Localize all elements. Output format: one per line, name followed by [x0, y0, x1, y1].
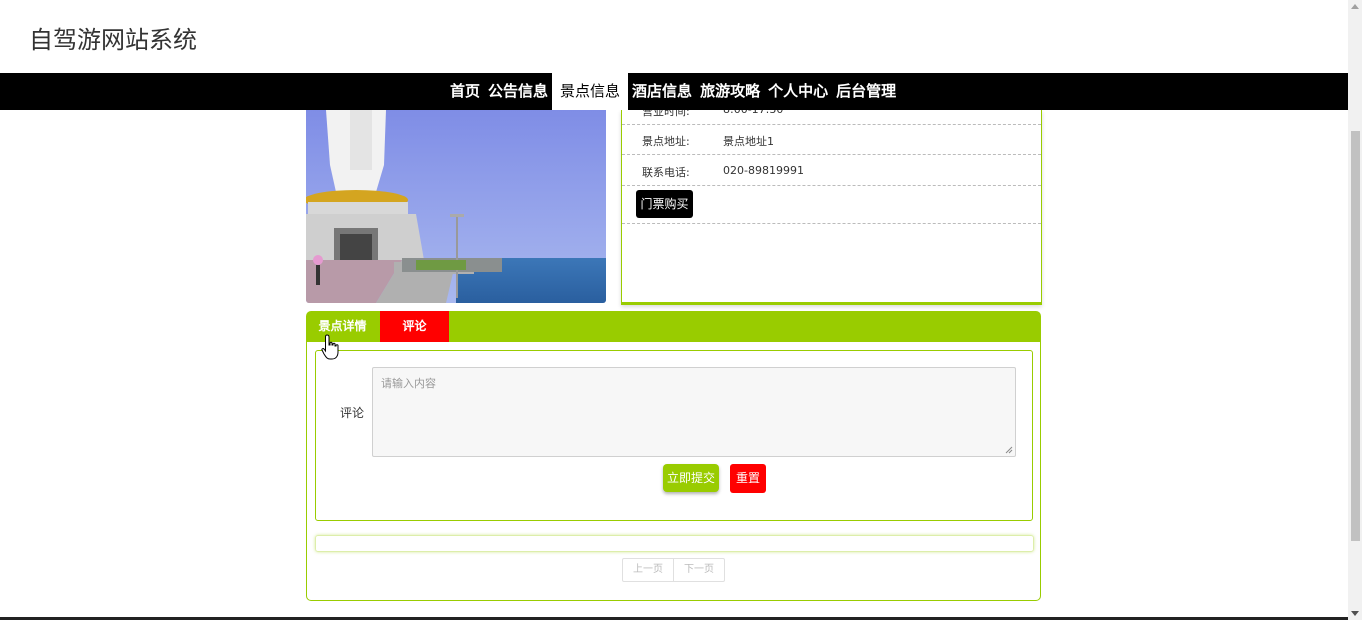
- nav-item-guides[interactable]: 旅游攻略: [696, 73, 764, 110]
- nav-item-profile[interactable]: 个人中心: [764, 73, 832, 110]
- nav-item-announcements[interactable]: 公告信息: [484, 73, 552, 110]
- nav-item-hotels[interactable]: 酒店信息: [628, 73, 696, 110]
- tab-comments[interactable]: 评论: [380, 311, 449, 342]
- nav-item-scenic[interactable]: 景点信息: [552, 73, 629, 110]
- hand-cursor-icon: [321, 334, 339, 360]
- scenic-info-panel: 营业时间: 8:00-17:30 景点地址: 景点地址1 联系电话: 020-8…: [621, 103, 1042, 305]
- site-title: 自驾游网站系统: [29, 26, 197, 54]
- address-label: 景点地址:: [642, 135, 690, 148]
- detail-tabs: 景点详情 评论: [306, 311, 1041, 342]
- phone-label: 联系电话:: [642, 166, 690, 179]
- page-scrollbar[interactable]: [1348, 0, 1362, 620]
- main-nav: 首页 公告信息 景点信息 酒店信息 旅游攻略 个人中心 后台管理: [0, 73, 1348, 110]
- phone-value: 020-89819991: [723, 164, 804, 177]
- comment-textarea[interactable]: 请输入内容: [372, 367, 1016, 457]
- nav-item-home[interactable]: 首页: [446, 73, 484, 110]
- site-header: 自驾游网站系统: [0, 0, 1348, 73]
- comment-list: [315, 535, 1034, 552]
- resize-grip-icon[interactable]: [1005, 446, 1013, 454]
- prev-page-button[interactable]: 上一页: [623, 559, 673, 581]
- info-row-phone: 联系电话: 020-89819991: [622, 155, 1041, 186]
- nav-item-admin[interactable]: 后台管理: [832, 73, 900, 110]
- buy-ticket-button[interactable]: 门票购买: [636, 190, 693, 218]
- comment-placeholder: 请输入内容: [381, 377, 436, 390]
- scroll-down-icon[interactable]: [1351, 611, 1359, 616]
- info-row-address: 景点地址: 景点地址1: [622, 124, 1041, 155]
- reset-button[interactable]: 重置: [730, 464, 766, 493]
- comment-label: 评论: [340, 406, 365, 420]
- address-value: 景点地址1: [723, 135, 774, 148]
- scroll-up-icon[interactable]: [1351, 4, 1359, 9]
- scenic-photo: [306, 110, 606, 303]
- pagination: 上一页 下一页: [622, 558, 725, 582]
- tab-scenic-detail[interactable]: 景点详情: [306, 311, 379, 342]
- next-page-button[interactable]: 下一页: [673, 559, 724, 581]
- scroll-thumb[interactable]: [1351, 131, 1360, 541]
- submit-button[interactable]: 立即提交: [663, 464, 719, 492]
